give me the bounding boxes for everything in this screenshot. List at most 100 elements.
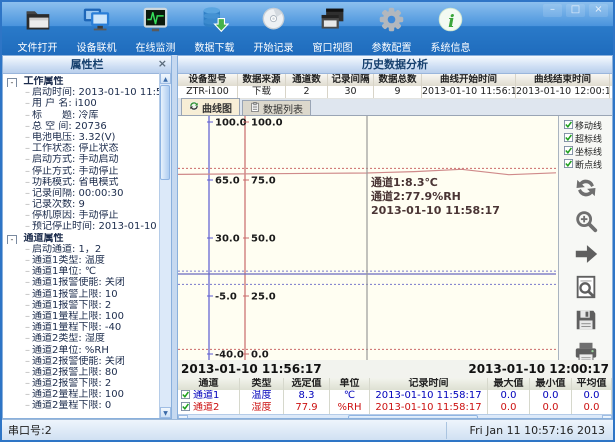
x-axis-end-label: 2013-01-10 12:00:17 — [468, 362, 609, 376]
checkbox-checked-icon[interactable] — [564, 120, 573, 132]
tree-item[interactable]: –通道2量程下限: 0 — [7, 400, 159, 411]
toggle-limit-line[interactable]: 超标线 — [559, 132, 612, 145]
tree-item[interactable]: –电池电压: 3.32(V) — [7, 132, 159, 143]
zoom-in-button[interactable] — [571, 209, 601, 237]
tree-guide: – — [25, 98, 30, 109]
checkbox-checked-icon[interactable] — [564, 159, 573, 171]
checkbox-checked-icon[interactable] — [181, 402, 190, 414]
scroll-down-icon[interactable]: ▼ — [160, 407, 171, 418]
svg-text:通道2:77.9%RH: 通道2:77.9%RH — [371, 189, 461, 203]
svg-text:i: i — [448, 12, 455, 32]
toolbar-button-label: 窗口视图 — [313, 39, 353, 54]
toggle-move-line[interactable]: 移动线 — [559, 119, 612, 132]
tree-item[interactable]: –预记停止时间: 2013-01-10 12:00:47 — [7, 221, 159, 232]
channel-cell: 2013-01-10 11:58:17 — [370, 402, 488, 414]
panel-close-icon[interactable]: × — [158, 56, 167, 72]
channel-cell: 温度 — [240, 390, 284, 402]
refresh-button[interactable] — [571, 176, 601, 204]
save-button[interactable] — [571, 308, 601, 336]
horizontal-scrollbar[interactable]: ◄ ► — [178, 414, 612, 419]
checkbox-label: 移动线 — [575, 119, 602, 132]
checkbox-checked-icon[interactable] — [181, 390, 190, 402]
close-icon[interactable]: × — [589, 4, 608, 17]
svg-text:0.0: 0.0 — [251, 350, 269, 361]
toggle-coordinate-line[interactable]: 坐标线 — [559, 145, 612, 158]
tree-item[interactable]: –通道2单位: %RH — [7, 345, 159, 356]
svg-text:30.0: 30.0 — [215, 234, 240, 245]
tree-item[interactable]: –通道1报警使能: 关闭 — [7, 277, 159, 288]
toolbar-button-7[interactable]: 参数配置 — [362, 2, 421, 54]
device-cell: 9 — [374, 86, 422, 98]
tree-node-root-2[interactable]: - 通道属性 — [7, 233, 159, 244]
tree-item-label: 电池电压: 3.32(V) — [32, 132, 115, 143]
toggle-breakpoint-line[interactable]: 断点线 — [559, 158, 612, 171]
tree-item[interactable]: –总 空 间: 20736 — [7, 121, 159, 132]
channel-column-header: 平均值 — [572, 378, 612, 390]
tree-item[interactable]: –记录次数: 9 — [7, 199, 159, 210]
tab-curve-chart[interactable]: 曲线图 — [181, 98, 240, 115]
minimize-icon[interactable]: – — [543, 4, 562, 17]
tree-node-root-1[interactable]: - 工作属性 — [7, 76, 159, 87]
tree-item[interactable]: –启动时间: 2013-01-10 11:56:17 — [7, 87, 159, 98]
tree-item[interactable]: –记录间隔: 00:00:30 — [7, 188, 159, 199]
device-column-header: 曲线开始时间 — [422, 74, 516, 86]
tree-item[interactable]: –标 题: 冷库 — [7, 110, 159, 121]
checkbox-checked-icon[interactable] — [564, 133, 573, 145]
tab-data-list[interactable]: 数据列表 — [242, 100, 311, 115]
toolbar-button-5[interactable]: 开始记录 — [244, 2, 303, 54]
maximize-icon[interactable]: □ — [566, 4, 585, 17]
tree-item[interactable]: –通道1类型: 温度 — [7, 255, 159, 266]
scroll-thumb[interactable] — [160, 85, 170, 180]
tree-item[interactable]: –通道1报警上限: 10 — [7, 289, 159, 300]
tree-guide: – — [25, 199, 30, 210]
main-area: 属性栏 × - 工作属性–启动时间: 2013-01-10 11:56:17–用… — [2, 55, 613, 419]
channel-column-header: 通道 — [178, 378, 240, 390]
tree-item[interactable]: –通道2类型: 湿度 — [7, 333, 159, 344]
vertical-scrollbar[interactable]: ▲ ▼ — [159, 73, 171, 418]
tree-guide: – — [25, 221, 30, 232]
tree-guide: – — [25, 166, 30, 177]
tree-item[interactable]: –停机原因: 手动停止 — [7, 210, 159, 221]
tree-item[interactable]: –通道1量程上限: 100 — [7, 311, 159, 322]
tree-item-label: 通道2报警下限: 2 — [32, 378, 111, 389]
hscroll-thumb[interactable] — [348, 415, 478, 419]
tree-item[interactable]: –通道1单位: ℃ — [7, 266, 159, 277]
toolbar-button-3[interactable]: 在线监测 — [126, 2, 185, 54]
toolbar-button-1[interactable]: 文件打开 — [8, 2, 67, 54]
collapse-icon[interactable]: - — [7, 78, 17, 87]
tree-item[interactable]: –通道2报警使能: 关闭 — [7, 356, 159, 367]
tree-item[interactable]: –启动通道: 1，2 — [7, 244, 159, 255]
print-preview-button[interactable] — [571, 275, 601, 303]
channel-table-header: 通道类型选定值单位记录时间最大值最小值平均值 — [178, 378, 612, 390]
tree-item[interactable]: –通道2报警上限: 80 — [7, 367, 159, 378]
scroll-right-icon[interactable]: ► — [602, 415, 612, 419]
tree-item-label: 记录次数: 9 — [32, 199, 85, 210]
history-curve-chart[interactable]: 100.065.030.0-5.0-40.0100.075.050.025.00… — [178, 116, 559, 360]
tree-item-label: 标 题: 冷库 — [32, 110, 99, 121]
tree-item[interactable]: –通道1报警下限: 2 — [7, 300, 159, 311]
toolbar-button-2[interactable]: 设备联机 — [67, 2, 126, 54]
device-table-row[interactable]: ZTR-i100下载23092013-01-10 11:56:172013-01… — [178, 86, 612, 99]
channel-table-row-1[interactable]: 通道1温度8.3℃2013-01-10 11:58:170.00.00.0 — [178, 390, 612, 402]
tree-item[interactable]: –停止方式: 手动停止 — [7, 166, 159, 177]
toolbar-button-4[interactable]: 数据下载 — [185, 2, 244, 54]
device-column-header: 记录间隔 — [328, 74, 374, 86]
tree-item[interactable]: –工作状态: 停止状态 — [7, 143, 159, 154]
arrow-right-button[interactable] — [571, 242, 601, 270]
tree-item[interactable]: –启动方式: 手动启动 — [7, 154, 159, 165]
toolbar-button-8[interactable]: i系统信息 — [421, 2, 480, 54]
collapse-icon[interactable]: - — [7, 235, 17, 244]
checkbox-checked-icon[interactable] — [564, 146, 573, 158]
channel-table-row-2[interactable]: 通道2湿度77.9%RH2013-01-10 11:58:170.00.00.0 — [178, 402, 612, 414]
tree-item-label: 预记停止时间: 2013-01-10 12:00:47 — [32, 221, 159, 232]
scroll-left-icon[interactable]: ◄ — [178, 415, 188, 419]
tree-item[interactable]: –通道2报警下限: 2 — [7, 378, 159, 389]
tree-guide: – — [25, 289, 30, 300]
tree-item[interactable]: –用 户 名: i100 — [7, 98, 159, 109]
toolbar-button-6[interactable]: 窗口视图 — [303, 2, 362, 54]
scroll-up-icon[interactable]: ▲ — [160, 73, 171, 84]
tree-item[interactable]: –通道2量程上限: 100 — [7, 389, 159, 400]
tree-item[interactable]: –通道1量程下限: -40 — [7, 322, 159, 333]
tree-item[interactable]: –功耗模式: 省电模式 — [7, 177, 159, 188]
tree-guide: – — [25, 244, 30, 255]
